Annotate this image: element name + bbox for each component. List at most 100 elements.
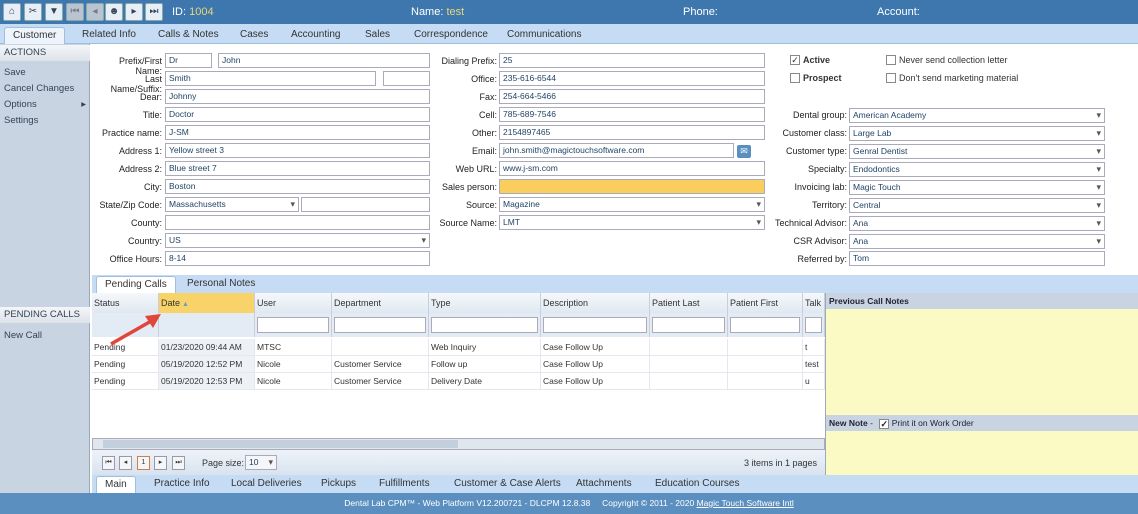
grid-cell[interactable]: Case Follow Up	[541, 373, 650, 390]
tab-accounting[interactable]: Accounting	[283, 27, 348, 44]
grid-cell[interactable]: Customer Service	[332, 356, 429, 373]
print-work-order-checkbox[interactable]: ✓	[879, 419, 890, 429]
dental-group-select[interactable]: American Academy	[849, 108, 1105, 123]
tab-practice-info[interactable]: Practice Info	[146, 476, 218, 493]
other-phone-field[interactable]: 2154897465	[499, 125, 765, 140]
action-cancel-changes[interactable]: Cancel Changes	[4, 83, 74, 94]
cell-field[interactable]: 785-689-7546	[499, 107, 765, 122]
tab-related-info[interactable]: Related Info	[74, 27, 144, 44]
home-icon[interactable]: ⌂	[3, 3, 21, 21]
territory-select[interactable]: Central	[849, 198, 1105, 213]
no-marketing-checkbox[interactable]	[886, 73, 896, 83]
grid-cell[interactable]: 01/23/2020 09:44 AM	[159, 339, 255, 356]
column-header-type[interactable]: Type	[429, 293, 541, 313]
email-field[interactable]: john.smith@magictouchsoftware.com	[499, 143, 734, 158]
tab-calls-notes[interactable]: Calls & Notes	[150, 27, 227, 44]
dear-field[interactable]: Johnny	[165, 89, 430, 104]
tab-cases[interactable]: Cases	[232, 27, 276, 44]
tab-main[interactable]: Main	[96, 476, 136, 493]
column-header-department[interactable]: Department	[332, 293, 429, 313]
grid-cell[interactable]: Nicole	[255, 356, 332, 373]
state-select[interactable]: Massachusetts	[165, 197, 299, 212]
sales-person-field[interactable]	[499, 179, 765, 194]
grid-cell[interactable]: Delivery Date	[429, 373, 541, 390]
send-email-icon[interactable]: ✉	[737, 145, 751, 158]
grid-cell[interactable]	[728, 339, 803, 356]
grid-cell[interactable]: MTSC	[255, 339, 332, 356]
first-icon[interactable]: ⏮	[66, 3, 84, 21]
fax-field[interactable]: 254-664-5466	[499, 89, 765, 104]
next-page-icon[interactable]: ▸	[154, 456, 167, 470]
grid-cell[interactable]	[650, 339, 728, 356]
grid-cell[interactable]: t	[803, 339, 825, 356]
grid-cell[interactable]	[728, 356, 803, 373]
prev-icon[interactable]: ◂	[86, 3, 104, 21]
column-filter-input[interactable]	[334, 317, 426, 333]
tab-correspondence[interactable]: Correspondence	[406, 27, 496, 44]
column-filter-input[interactable]	[543, 317, 647, 333]
column-header-date[interactable]: Date ▲	[159, 293, 255, 313]
page-number[interactable]: 1	[137, 456, 150, 470]
column-filter-input[interactable]	[431, 317, 538, 333]
column-filter-input[interactable]	[805, 317, 822, 333]
tab-attachments[interactable]: Attachments	[568, 476, 640, 493]
active-checkbox[interactable]: ✓	[790, 55, 800, 65]
grid-cell[interactable]: test	[803, 356, 825, 373]
scrollbar-thumb[interactable]	[103, 440, 458, 448]
last-page-icon[interactable]: ⏭	[172, 456, 185, 470]
new-call-link[interactable]: New Call	[4, 330, 42, 341]
grid-cell[interactable]: Case Follow Up	[541, 356, 650, 373]
web-url-field[interactable]: www.j-sm.com	[499, 161, 765, 176]
never-send-checkbox[interactable]	[886, 55, 896, 65]
action-settings[interactable]: Settings	[4, 115, 38, 126]
grid-cell[interactable]: 05/19/2020 12:52 PM	[159, 356, 255, 373]
grid-cell[interactable]: Nicole	[255, 373, 332, 390]
tab-education-courses[interactable]: Education Courses	[647, 476, 748, 493]
referred-by-field[interactable]: Tom	[849, 251, 1105, 266]
grid-cell[interactable]: Follow up	[429, 356, 541, 373]
address2-field[interactable]: Blue street 7	[165, 161, 430, 176]
column-header-user[interactable]: User	[255, 293, 332, 313]
grid-cell[interactable]: Case Follow Up	[541, 339, 650, 356]
prev-page-icon[interactable]: ◂	[119, 456, 132, 470]
column-filter-input[interactable]	[652, 317, 725, 333]
action-save[interactable]: Save	[4, 67, 26, 78]
grid-cell[interactable]: u	[803, 373, 825, 390]
city-field[interactable]: Boston	[165, 179, 430, 194]
grid-cell[interactable]: Pending	[92, 373, 159, 390]
footer-company-link[interactable]: Magic Touch Software Intl	[697, 498, 794, 508]
column-filter-input[interactable]	[730, 317, 800, 333]
grid-cell[interactable]	[650, 373, 728, 390]
grid-cell[interactable]: Pending	[92, 356, 159, 373]
tab-pending-calls[interactable]: Pending Calls	[96, 276, 176, 293]
contacts-icon[interactable]: ☻	[105, 3, 123, 21]
address1-field[interactable]: Yellow street 3	[165, 143, 430, 158]
source-select[interactable]: Magazine	[499, 197, 765, 212]
tab-fulfillments[interactable]: Fulfillments	[371, 476, 438, 493]
last-icon[interactable]: ⏭	[145, 3, 163, 21]
grid-cell[interactable]: 05/19/2020 12:53 PM	[159, 373, 255, 390]
specialty-select[interactable]: Endodontics	[849, 162, 1105, 177]
filter-icon[interactable]: ▼	[45, 3, 63, 21]
page-size-select[interactable]: 10	[245, 455, 277, 470]
title-field[interactable]: Doctor	[165, 107, 430, 122]
office-phone-field[interactable]: 235-616-6544	[499, 71, 765, 86]
tools-icon[interactable]: ✂	[24, 3, 42, 21]
dialing-prefix-field[interactable]: 25	[499, 53, 765, 68]
customer-type-select[interactable]: Genral Dentist	[849, 144, 1105, 159]
next-icon[interactable]: ▸	[125, 3, 143, 21]
tab-customer-case-alerts[interactable]: Customer & Case Alerts	[446, 476, 569, 493]
column-header-description[interactable]: Description	[541, 293, 650, 313]
csr-advisor-select[interactable]: Ana	[849, 234, 1105, 249]
customer-class-select[interactable]: Large Lab	[849, 126, 1105, 141]
zip-field[interactable]	[301, 197, 430, 212]
prefix-field[interactable]: Dr	[165, 53, 212, 68]
tab-local-deliveries[interactable]: Local Deliveries	[223, 476, 310, 493]
first-name-field[interactable]: John	[218, 53, 430, 68]
grid-cell[interactable]: Web Inquiry	[429, 339, 541, 356]
tab-personal-notes[interactable]: Personal Notes	[179, 276, 263, 293]
previous-call-notes-area[interactable]	[826, 309, 1138, 415]
tab-pickups[interactable]: Pickups	[313, 476, 364, 493]
column-filter-input[interactable]	[257, 317, 329, 333]
invoicing-lab-select[interactable]: Magic Touch	[849, 180, 1105, 195]
